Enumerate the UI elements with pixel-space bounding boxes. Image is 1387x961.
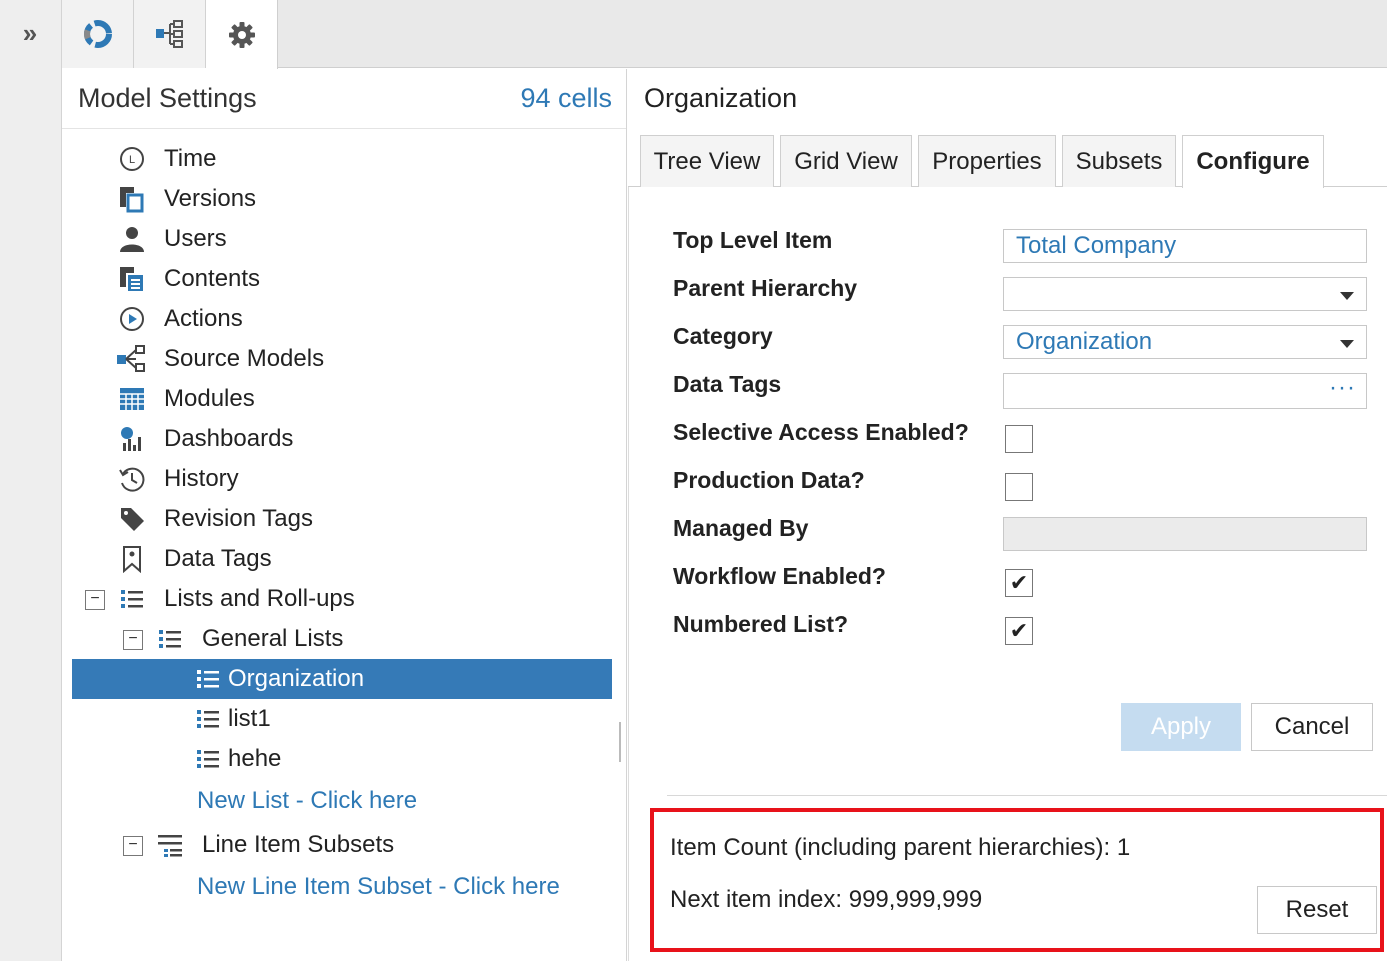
- dashboard-icon: [83, 20, 112, 48]
- chevron-down-icon: [1340, 340, 1354, 348]
- tab-grid-view[interactable]: Grid View: [780, 135, 912, 187]
- panel-title: Model Settings: [78, 83, 257, 113]
- tree-item-users[interactable]: Users: [116, 219, 227, 259]
- top-tab-strip: [62, 0, 1387, 69]
- collapse-lists-toggle[interactable]: −: [85, 590, 105, 610]
- list-icon: [192, 663, 224, 695]
- list-title: Organization: [644, 83, 798, 113]
- reset-button[interactable]: Reset: [1257, 886, 1377, 934]
- tree-item-hehe[interactable]: hehe: [192, 739, 281, 779]
- tag-icon: [116, 503, 148, 535]
- organization-panel: Organization Tree View Grid View Propert…: [628, 69, 1387, 961]
- versions-icon: [116, 183, 148, 215]
- collapse-general-lists-toggle[interactable]: −: [123, 630, 143, 650]
- divider: [667, 795, 1387, 796]
- item-count-text: Item Count (including parent hierarchies…: [670, 834, 1131, 861]
- history-icon: [116, 463, 148, 495]
- tree-item-history[interactable]: History: [116, 459, 239, 499]
- cell-count: 94 cells: [520, 83, 612, 113]
- tab-configure[interactable]: Configure: [1182, 135, 1324, 188]
- parent-hierarchy-label: Parent Hierarchy: [673, 275, 858, 301]
- tree-item-dashboards[interactable]: Dashboards: [116, 419, 293, 459]
- next-item-index-text: Next item index: 999,999,999: [670, 886, 983, 913]
- new-list-link[interactable]: New List - Click here: [197, 787, 417, 815]
- list-icon: [192, 743, 224, 775]
- data-tags-field[interactable]: ···: [1003, 373, 1367, 409]
- production-data-checkbox[interactable]: [1005, 473, 1033, 501]
- tree-item-time[interactable]: L Time: [116, 139, 216, 179]
- list-icon: [116, 583, 148, 615]
- more-options-icon[interactable]: ···: [1329, 372, 1356, 404]
- gear-icon: [228, 21, 255, 48]
- tree-item-contents[interactable]: Contents: [116, 259, 260, 299]
- managed-by-field: [1003, 517, 1367, 551]
- category-value: Organization: [1016, 328, 1153, 355]
- contents-icon: [116, 263, 148, 295]
- hierarchy-icon: [155, 20, 183, 48]
- panel-splitter[interactable]: [619, 722, 621, 762]
- item-count-highlight: Item Count (including parent hierarchies…: [650, 808, 1384, 952]
- subset-icon: [154, 829, 186, 861]
- cancel-button[interactable]: Cancel: [1251, 703, 1373, 751]
- workflow-enabled-checkbox[interactable]: ✔: [1005, 569, 1033, 597]
- tree-item-data-tags[interactable]: Data Tags: [116, 539, 272, 579]
- clock-icon: L: [116, 143, 148, 175]
- tree-item-organization[interactable]: Organization: [192, 659, 364, 699]
- hierarchy-tab[interactable]: [134, 0, 206, 68]
- side-rail: »: [0, 0, 62, 961]
- tab-subsets[interactable]: Subsets: [1062, 135, 1176, 187]
- new-line-item-subset-link[interactable]: New Line Item Subset - Click here: [197, 873, 560, 901]
- panel-header: Model Settings 94 cells: [62, 69, 626, 129]
- collapse-line-item-subsets-toggle[interactable]: −: [123, 836, 143, 856]
- source-models-icon: [116, 343, 148, 375]
- workflow-enabled-label: Workflow Enabled?: [673, 563, 886, 589]
- tree-item-actions[interactable]: Actions: [116, 299, 243, 339]
- tree-item-revision-tags[interactable]: Revision Tags: [116, 499, 313, 539]
- numbered-list-checkbox[interactable]: ✔: [1005, 617, 1033, 645]
- list-icon: [192, 703, 224, 735]
- tree-item-general-lists[interactable]: General Lists: [154, 619, 343, 659]
- list-icon: [154, 623, 186, 655]
- tree-item-versions[interactable]: Versions: [116, 179, 256, 219]
- parent-hierarchy-select[interactable]: [1003, 277, 1367, 311]
- user-icon: [116, 223, 148, 255]
- grid-icon: [116, 383, 148, 415]
- play-icon: [116, 303, 148, 335]
- expand-icon[interactable]: »: [14, 18, 46, 48]
- tree-item-line-item-subsets[interactable]: Line Item Subsets: [154, 825, 394, 865]
- top-level-item-field[interactable]: Total Company: [1003, 229, 1367, 263]
- selective-access-label: Selective Access Enabled?: [673, 419, 969, 445]
- apply-button[interactable]: Apply: [1121, 703, 1241, 751]
- tab-properties[interactable]: Properties: [918, 135, 1056, 187]
- configure-form: Top Level Item Total Company Parent Hier…: [628, 187, 1387, 961]
- category-label: Category: [673, 323, 773, 349]
- chevron-down-icon: [1340, 292, 1354, 300]
- dashboard-chart-icon: [116, 423, 148, 455]
- numbered-list-label: Numbered List?: [673, 611, 849, 637]
- settings-tab[interactable]: [206, 0, 278, 69]
- data-tags-label: Data Tags: [673, 371, 782, 397]
- tree-item-lists-and-rollups[interactable]: Lists and Roll-ups: [116, 579, 355, 619]
- tree-item-modules[interactable]: Modules: [116, 379, 255, 419]
- svg-text:L: L: [129, 154, 135, 166]
- tree-item-source-models[interactable]: Source Models: [116, 339, 324, 379]
- bookmark-icon: [116, 543, 148, 575]
- managed-by-label: Managed By: [673, 515, 809, 541]
- selective-access-checkbox[interactable]: [1005, 425, 1033, 453]
- category-select[interactable]: Organization: [1003, 325, 1367, 359]
- tab-tree-view[interactable]: Tree View: [640, 135, 774, 187]
- view-tabs: Tree View Grid View Properties Subsets C…: [628, 135, 1387, 188]
- production-data-label: Production Data?: [673, 467, 865, 493]
- top-level-item-label: Top Level Item: [673, 227, 833, 253]
- dashboard-tab[interactable]: [62, 0, 134, 68]
- tree-item-list1[interactable]: list1: [192, 699, 271, 739]
